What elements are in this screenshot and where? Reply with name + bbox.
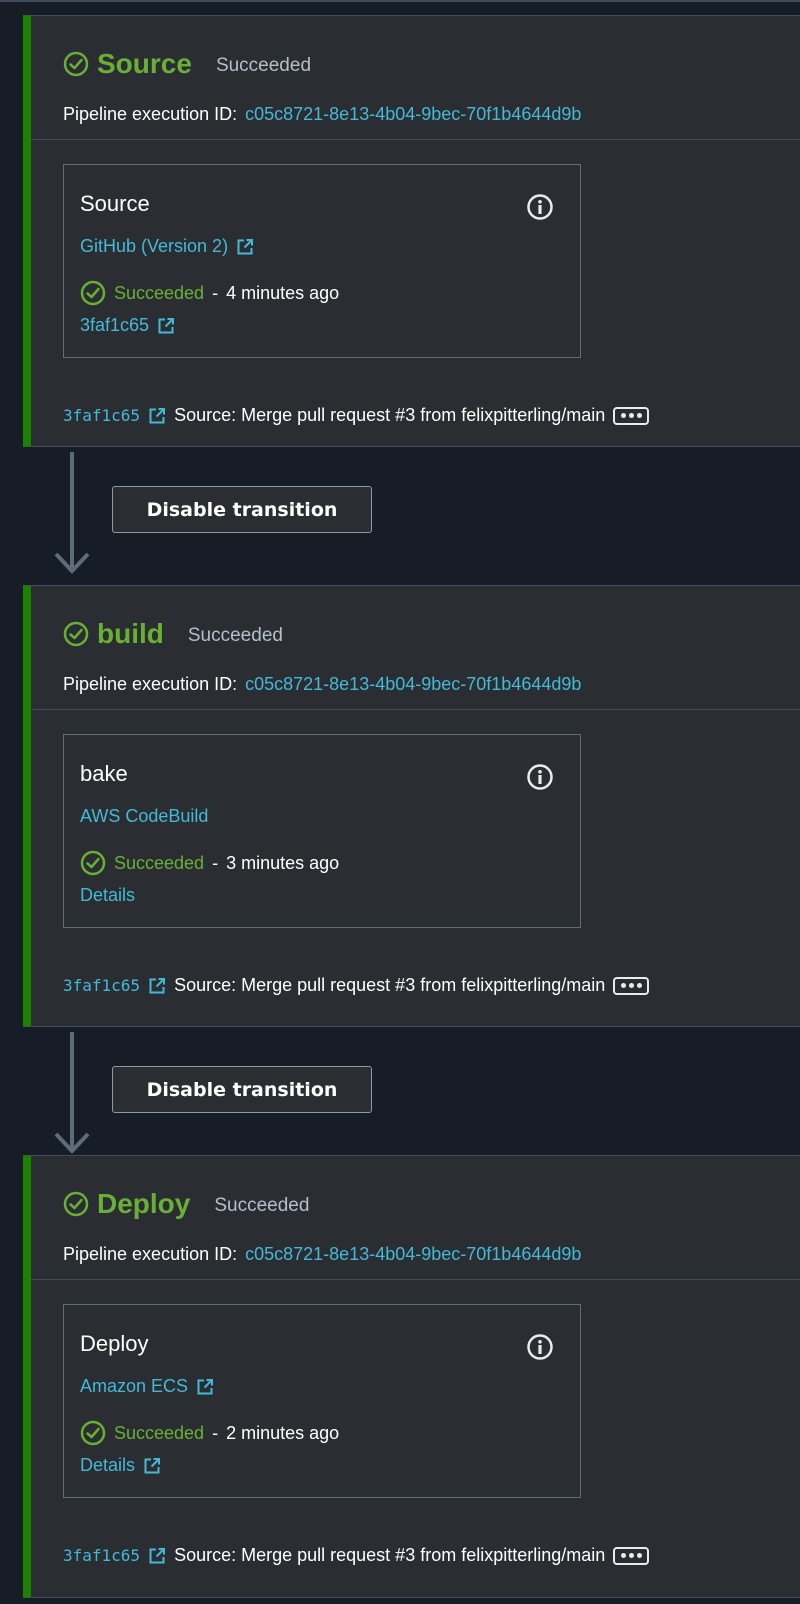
action-time: 4 minutes ago — [226, 282, 340, 303]
success-check-icon — [80, 850, 106, 876]
status-separator: - — [212, 1422, 219, 1443]
provider-name: Amazon ECS — [80, 1376, 189, 1396]
external-link-icon — [237, 238, 254, 254]
action-detail-link[interactable]: Details — [80, 885, 135, 906]
action-name: Deploy — [80, 1331, 149, 1356]
success-check-icon — [63, 51, 89, 77]
stage-title-row: Source Succeeded — [63, 47, 311, 81]
stage-deploy: Deploy Succeeded Pipeline execution ID: … — [23, 1155, 800, 1598]
action-status-row: Succeeded - 3 minutes ago — [80, 850, 339, 876]
stage-title: Source — [97, 48, 192, 79]
commit-id-link[interactable]: 3faf1c65 — [63, 976, 140, 995]
stage-header: Deploy Succeeded Pipeline execution ID: … — [31, 1156, 800, 1280]
execution-id-label: Pipeline execution ID: — [63, 674, 238, 694]
success-check-icon — [80, 280, 106, 306]
execution-id-row: Pipeline execution ID: c05c8721-8e13-4b0… — [63, 104, 581, 125]
action-status: Succeeded — [114, 282, 205, 303]
status-separator: - — [212, 282, 219, 303]
execution-id-label: Pipeline execution ID: — [63, 104, 238, 124]
disable-transition-button[interactable]: Disable transition — [112, 486, 372, 533]
arrow-down-icon — [54, 1032, 90, 1154]
stage-status: Succeeded — [187, 625, 283, 646]
commit-message: Source: Merge pull request #3 from felix… — [174, 975, 606, 995]
provider-name: AWS CodeBuild — [80, 806, 209, 826]
stage-header: build Succeeded Pipeline execution ID: c… — [31, 586, 800, 710]
stage-header: Source Succeeded Pipeline execution ID: … — [31, 16, 800, 140]
top-divider — [0, 0, 800, 2]
external-link-icon[interactable] — [148, 407, 166, 425]
action-card-deploy: Deploy Amazon ECS Succeeded - 2 minutes … — [63, 1304, 581, 1498]
more-options-button[interactable] — [613, 1546, 650, 1565]
stage-title-row: Deploy Succeeded — [63, 1187, 309, 1221]
action-status-row: Succeeded - 4 minutes ago — [80, 280, 339, 306]
action-detail-link[interactable]: 3faf1c65 — [80, 315, 175, 336]
stage-title: Deploy — [97, 1188, 191, 1219]
action-status: Succeeded — [114, 852, 205, 873]
info-icon[interactable] — [526, 1333, 554, 1361]
info-icon[interactable] — [526, 193, 554, 221]
action-detail-text: Details — [80, 1455, 136, 1475]
execution-id-link[interactable]: c05c8721-8e13-4b04-9bec-70f1b4644d9b — [245, 1244, 581, 1265]
external-link-icon — [144, 1457, 161, 1473]
commit-row: 3faf1c65 Source: Merge pull request #3 f… — [63, 1545, 650, 1566]
success-check-icon — [63, 1191, 89, 1217]
action-detail-text: 3faf1c65 — [80, 315, 150, 335]
commit-id-link[interactable]: 3faf1c65 — [63, 406, 140, 425]
commit-id-link[interactable]: 3faf1c65 — [63, 1546, 140, 1565]
disable-transition-button[interactable]: Disable transition — [112, 1066, 372, 1113]
stage-status: Succeeded — [215, 55, 312, 76]
provider-link[interactable]: GitHub (Version 2) — [80, 236, 254, 257]
arrow-down-icon — [54, 452, 90, 574]
provider-name: GitHub (Version 2) — [80, 236, 229, 256]
action-name: bake — [80, 761, 128, 786]
pipeline-view: Source Succeeded Pipeline execution ID: … — [0, 0, 800, 1604]
action-time: 3 minutes ago — [226, 852, 340, 873]
action-card-source: Source GitHub (Version 2) Succeeded - 4 … — [63, 164, 581, 358]
execution-id-link[interactable]: c05c8721-8e13-4b04-9bec-70f1b4644d9b — [245, 104, 581, 125]
transition-1: Disable transition — [0, 450, 800, 575]
stage-title: build — [97, 618, 164, 649]
info-icon[interactable] — [526, 763, 554, 791]
action-status: Succeeded — [114, 1422, 205, 1443]
more-options-button[interactable] — [613, 406, 650, 425]
execution-id-label: Pipeline execution ID: — [63, 1244, 238, 1264]
action-card-bake: bake AWS CodeBuild Succeeded - 3 minutes… — [63, 734, 581, 928]
external-link-icon — [197, 1378, 214, 1394]
stage-source: Source Succeeded Pipeline execution ID: … — [23, 15, 800, 447]
external-link-icon[interactable] — [148, 1547, 166, 1565]
external-link-icon — [158, 317, 175, 333]
action-detail-link[interactable]: Details — [80, 1455, 161, 1476]
action-time: 2 minutes ago — [226, 1422, 340, 1443]
action-detail-text: Details — [80, 885, 136, 905]
provider-link[interactable]: AWS CodeBuild — [80, 806, 208, 827]
execution-id-link[interactable]: c05c8721-8e13-4b04-9bec-70f1b4644d9b — [245, 674, 581, 695]
success-check-icon — [63, 621, 89, 647]
more-options-button[interactable] — [613, 976, 650, 995]
provider-link[interactable]: Amazon ECS — [80, 1376, 214, 1397]
commit-row: 3faf1c65 Source: Merge pull request #3 f… — [63, 975, 650, 996]
stage-status: Succeeded — [214, 1195, 310, 1216]
status-separator: - — [212, 852, 219, 873]
transition-2: Disable transition — [0, 1030, 800, 1155]
execution-id-row: Pipeline execution ID: c05c8721-8e13-4b0… — [63, 674, 581, 695]
success-check-icon — [80, 1420, 106, 1446]
stage-title-row: build Succeeded — [63, 617, 283, 651]
action-name: Source — [80, 191, 150, 216]
action-status-row: Succeeded - 2 minutes ago — [80, 1420, 339, 1446]
commit-message: Source: Merge pull request #3 from felix… — [174, 1545, 606, 1565]
stage-build: build Succeeded Pipeline execution ID: c… — [23, 585, 800, 1027]
execution-id-row: Pipeline execution ID: c05c8721-8e13-4b0… — [63, 1244, 581, 1265]
external-link-icon[interactable] — [148, 977, 166, 995]
commit-message: Source: Merge pull request #3 from felix… — [174, 405, 606, 425]
commit-row: 3faf1c65 Source: Merge pull request #3 f… — [63, 405, 650, 426]
